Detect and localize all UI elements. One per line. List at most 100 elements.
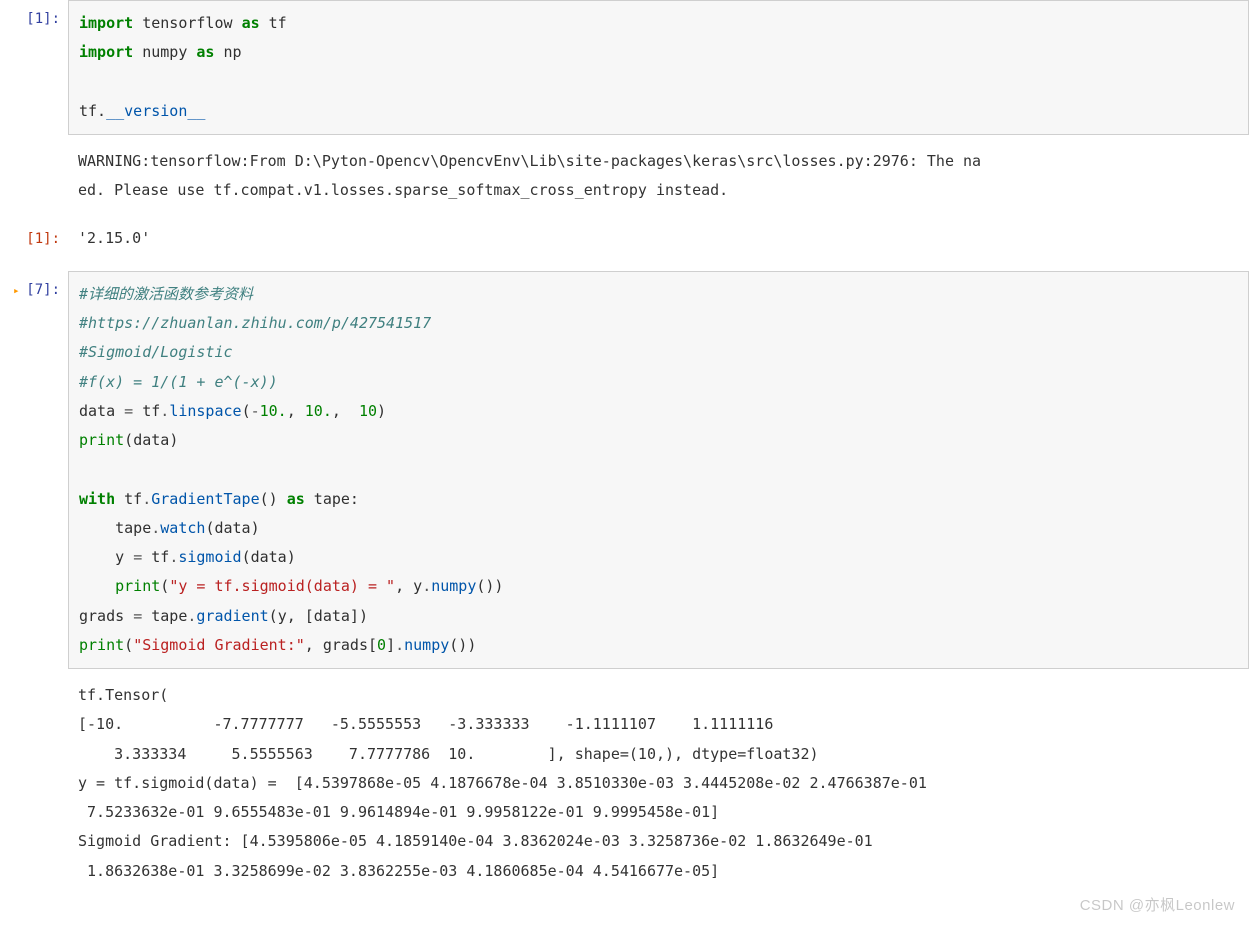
watermark-text: CSDN @亦枫Leonlew [1080, 891, 1235, 920]
comment-3: #Sigmoid/Logistic [79, 343, 233, 361]
func-numpy: numpy [431, 577, 476, 595]
output-1-row: [1]: '2.15.0' [0, 220, 1249, 257]
func-print: print [115, 577, 160, 595]
out7-l3: 3.333334 5.5555563 7.7777786 10. ], shap… [78, 745, 819, 763]
var-tape: tape: [305, 490, 359, 508]
alias-tf: tf [269, 14, 287, 32]
paren-close: ) [359, 607, 368, 625]
obj-tape: tape [79, 519, 151, 537]
code-cell-1-row: [1]: import tensorflow as tf import nump… [0, 0, 1249, 135]
paren-open: ( [242, 402, 251, 420]
input-prompt-7: ▸ [7]: [0, 271, 68, 304]
arg-data: data [133, 431, 169, 449]
arg-grads: , grads[ [305, 636, 377, 654]
arg-10: 10 [359, 402, 377, 420]
module-numpy: numpy [142, 43, 187, 61]
str-gradient-label: "Sigmoid Gradient:" [133, 636, 305, 654]
obj-tf: tf. [79, 102, 106, 120]
input-prompt-1: [1]: [0, 0, 68, 33]
bracket-close: ] [386, 636, 395, 654]
func-numpy: numpy [404, 636, 449, 654]
comma: , [332, 402, 359, 420]
dot: . [151, 519, 160, 537]
paren-open: ( [160, 577, 169, 595]
var-data: data [79, 402, 124, 420]
paren-close: ) [169, 431, 178, 449]
out7-l5: 7.5233632e-01 9.6555483e-01 9.9614894e-0… [78, 803, 719, 821]
output-warning: WARNING:tensorflow:From D:\Pyton-Opencv\… [68, 143, 1249, 210]
dot: . [422, 577, 431, 595]
neg: - [251, 402, 260, 420]
parens: () [260, 490, 287, 508]
func-print: print [79, 636, 124, 654]
dot: . [142, 490, 151, 508]
empty-prompt [0, 143, 68, 149]
keyword-as: as [196, 43, 214, 61]
obj-tf: tf [133, 402, 160, 420]
output-prompt-1: [1]: [0, 220, 68, 253]
out7-l1: tf.Tensor( [78, 686, 168, 704]
prompt-7-text: [7]: [26, 282, 60, 298]
arg-data: data [251, 548, 287, 566]
attr-version: __version__ [106, 102, 205, 120]
alias-np: np [224, 43, 242, 61]
str-sigmoid-label: "y = tf.sigmoid(data) = " [169, 577, 395, 595]
func-gradient: gradient [196, 607, 268, 625]
output-7-text: tf.Tensor( [-10. -7.7777777 -5.5555553 -… [68, 677, 1249, 890]
op-eq: = [133, 607, 142, 625]
comment-2: #https://zhuanlan.zhihu.com/p/427541517 [79, 314, 431, 332]
code-cell-7-row: ▸ [7]: #详细的激活函数参考资料 #https://zhuanlan.zh… [0, 271, 1249, 669]
func-sigmoid: sigmoid [178, 548, 241, 566]
module-tensorflow: tensorflow [142, 14, 232, 32]
op-eq: = [124, 402, 133, 420]
func-watch: watch [160, 519, 205, 537]
dot: . [169, 548, 178, 566]
output-warning-row: WARNING:tensorflow:From D:\Pyton-Opencv\… [0, 143, 1249, 210]
running-indicator-icon: ▸ [13, 284, 26, 297]
paren-close: ) [287, 548, 296, 566]
obj-tf: tf [142, 548, 169, 566]
paren-open: ( [124, 636, 133, 654]
comment-1: #详细的激活函数参考资料 [79, 285, 253, 303]
paren-close: ()) [449, 636, 476, 654]
out7-l4: y = tf.sigmoid(data) = [4.5397868e-05 4.… [78, 774, 927, 792]
keyword-import: import [79, 14, 133, 32]
keyword-as: as [287, 490, 305, 508]
arg-y: , y [395, 577, 422, 595]
paren-close: ) [377, 402, 386, 420]
args-y-data: y, [data] [278, 607, 359, 625]
var-y-assign: y [79, 548, 133, 566]
dot: . [160, 402, 169, 420]
out7-l2: [-10. -7.7777777 -5.5555553 -3.333333 -1… [78, 715, 773, 733]
paren-open: ( [124, 431, 133, 449]
obj-tape: tape [142, 607, 187, 625]
code-cell-7[interactable]: #详细的激活函数参考资料 #https://zhuanlan.zhihu.com… [68, 271, 1249, 669]
output-7-row: tf.Tensor( [-10. -7.7777777 -5.5555553 -… [0, 677, 1249, 890]
empty-prompt [0, 677, 68, 683]
out7-l7: 1.8632638e-01 3.3258699e-02 3.8362255e-0… [78, 862, 719, 880]
idx-0: 0 [377, 636, 386, 654]
op-eq: = [133, 548, 142, 566]
var-grads: grads [79, 607, 133, 625]
notebook-viewport: [1]: import tensorflow as tf import nump… [0, 0, 1249, 926]
func-print: print [79, 431, 124, 449]
obj-tf: tf [115, 490, 142, 508]
code-cell-1[interactable]: import tensorflow as tf import numpy as … [68, 0, 1249, 135]
paren-open: ( [242, 548, 251, 566]
arg-neg10: 10. [260, 402, 287, 420]
class-gradienttape: GradientTape [151, 490, 259, 508]
keyword-with: with [79, 490, 115, 508]
dot: . [395, 636, 404, 654]
output-1-value: '2.15.0' [68, 220, 1249, 257]
paren-close: ()) [476, 577, 503, 595]
keyword-import: import [79, 43, 133, 61]
func-linspace: linspace [169, 402, 241, 420]
paren-open: ( [269, 607, 278, 625]
warning-line-2: ed. Please use tf.compat.v1.losses.spars… [78, 181, 728, 199]
paren-close: ) [251, 519, 260, 537]
keyword-as: as [242, 14, 260, 32]
out7-l6: Sigmoid Gradient: [4.5395806e-05 4.18591… [78, 832, 873, 850]
indent [79, 577, 115, 595]
warning-line-1: WARNING:tensorflow:From D:\Pyton-Opencv\… [78, 152, 981, 170]
comment-4: #f(x) = 1/(1 + e^(-x)) [79, 373, 278, 391]
